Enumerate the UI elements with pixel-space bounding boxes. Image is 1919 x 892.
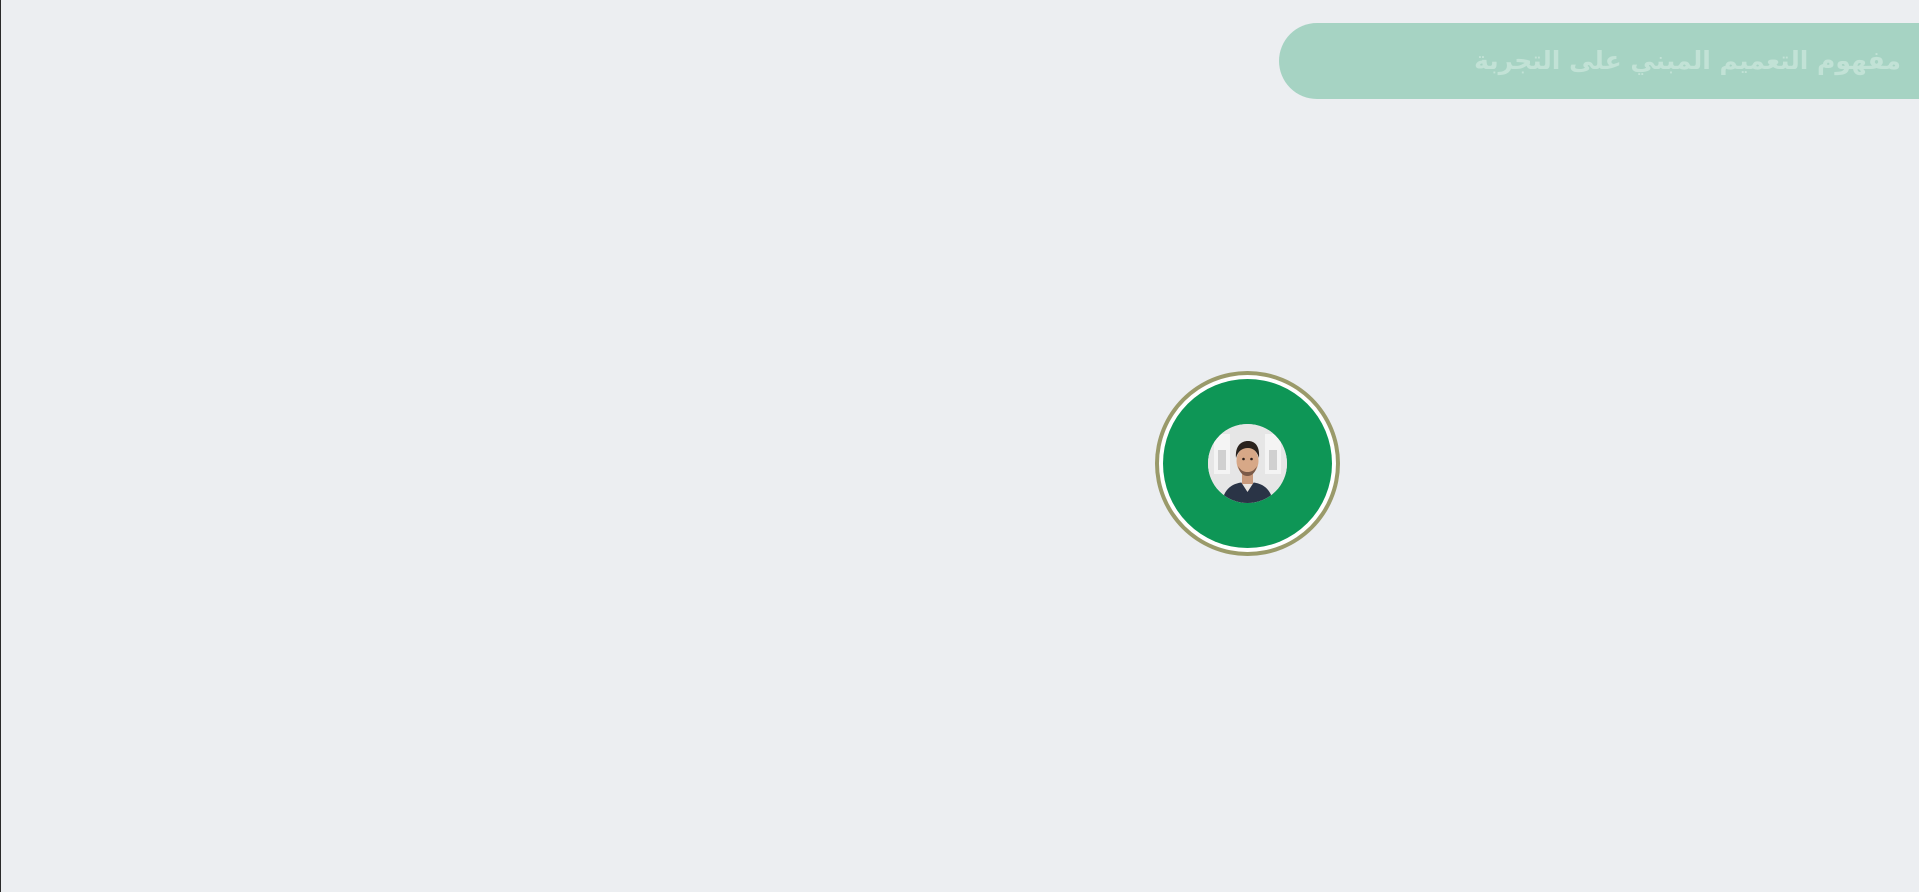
window-left-border — [0, 0, 1, 892]
slide-title: مفهوم التعميم المبني على التجربة — [1474, 46, 1901, 75]
title-banner: مفهوم التعميم المبني على التجربة — [1279, 23, 1919, 99]
slide-canvas: مفهوم التعميم المبني على التجربة — [0, 0, 1919, 892]
avatar-green-ring — [1163, 379, 1332, 548]
presenter-avatar[interactable] — [1155, 371, 1340, 556]
person-avatar-icon — [1208, 424, 1287, 503]
avatar-white-gap — [1159, 375, 1336, 552]
